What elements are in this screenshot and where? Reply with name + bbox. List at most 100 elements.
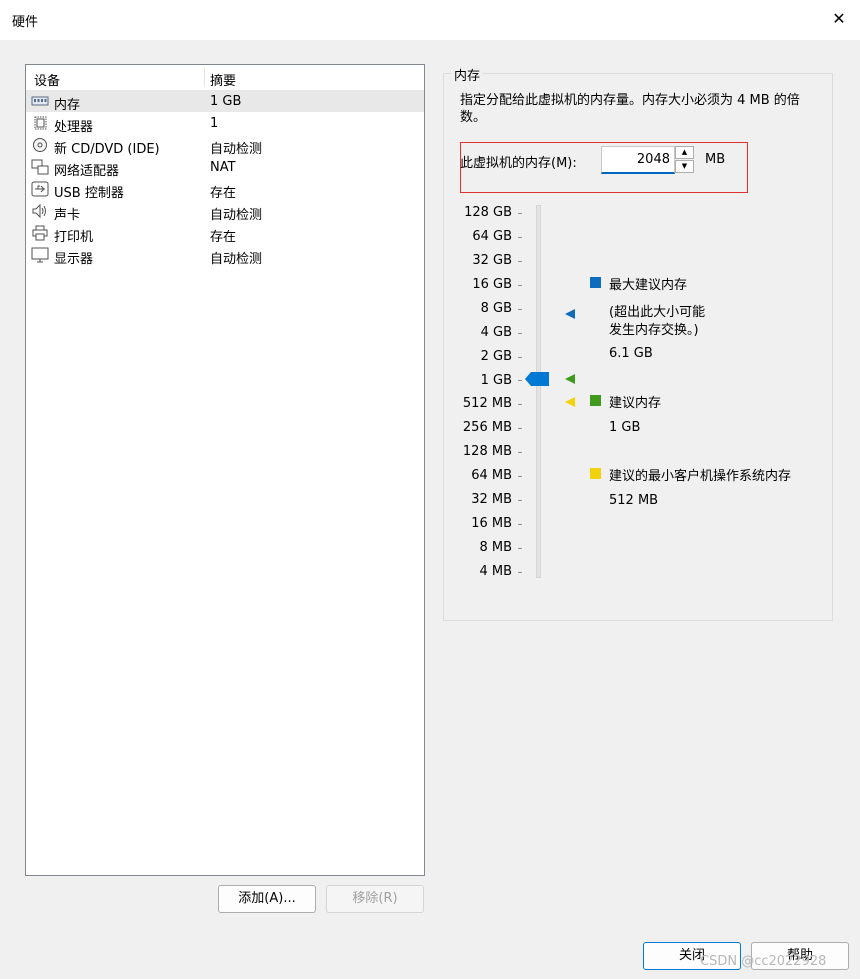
scale-label: 8 MB: [479, 540, 512, 555]
network-adapter-icon: [31, 159, 49, 175]
watermark: CSDN @cc2022928: [700, 954, 827, 969]
scale-label: 256 MB: [462, 420, 512, 435]
scale-label: 2 GB: [480, 349, 512, 364]
scale-tick: [518, 452, 522, 453]
speaker-icon: [32, 203, 46, 219]
device-name: USB 控制器: [54, 186, 124, 201]
device-row-usb[interactable]: USB 控制器 存在: [26, 178, 424, 201]
spin-up-button[interactable]: ▲: [675, 146, 694, 159]
scale-label: 4 GB: [480, 325, 512, 340]
scale-tick: [518, 476, 522, 477]
usb-icon: [31, 181, 49, 197]
memory-input[interactable]: 2048: [601, 146, 675, 174]
device-row-printer[interactable]: 打印机 存在: [26, 222, 424, 245]
scale-tick: [518, 380, 522, 381]
memory-field-label: 此虚拟机的内存(M):: [460, 156, 577, 171]
device-summary: 1: [210, 116, 219, 131]
max-memory-value: 6.1 GB: [609, 346, 653, 361]
device-name: 新 CD/DVD (IDE): [54, 142, 160, 157]
device-summary: 自动检测: [210, 208, 263, 223]
min-memory-label: 建议的最小客户机操作系统内存: [609, 469, 792, 484]
device-row-sound-card[interactable]: 声卡 自动检测: [26, 200, 424, 223]
device-summary: 自动检测: [210, 142, 263, 157]
scale-label: 4 MB: [479, 564, 512, 579]
scale-label: 64 GB: [472, 229, 512, 244]
scale-tick: [518, 213, 522, 214]
monitor-icon: [31, 247, 49, 263]
device-row-cd-dvd[interactable]: 新 CD/DVD (IDE) 自动检测: [26, 134, 424, 157]
min-memory-legend-icon: [590, 468, 601, 479]
recommended-memory-marker-icon: [565, 374, 575, 384]
memory-description: 指定分配给此虚拟机的内存量。内存大小必须为 4 MB 的倍数。: [460, 93, 800, 125]
device-name: 声卡: [54, 208, 81, 223]
max-memory-legend-icon: [590, 277, 601, 288]
device-summary: 存在: [210, 186, 237, 201]
column-separator[interactable]: [204, 67, 205, 87]
scale-tick: [518, 404, 522, 405]
scale-tick: [518, 572, 522, 573]
device-list[interactable]: 设备 摘要 内存 1 GB 处理器 1 新 CD/DVD (IDE) 自动检测: [25, 64, 425, 876]
scale-label: 512 MB: [462, 396, 512, 411]
spin-down-button[interactable]: ▼: [675, 160, 694, 173]
column-header-summary[interactable]: 摘要: [210, 70, 236, 89]
scale-label: 32 GB: [472, 253, 512, 268]
close-icon[interactable]: ✕: [828, 8, 850, 30]
scale-tick: [518, 500, 522, 501]
device-summary: 1 GB: [210, 94, 242, 109]
scale-tick: [518, 333, 522, 334]
scale-tick: [518, 285, 522, 286]
max-memory-label: 最大建议内存: [609, 278, 688, 293]
device-summary: 存在: [210, 230, 237, 245]
scale-label: 16 MB: [471, 516, 512, 531]
window-title: 硬件: [12, 15, 39, 30]
min-memory-value: 512 MB: [609, 493, 659, 508]
printer-icon: [32, 225, 48, 241]
scale-tick: [518, 237, 522, 238]
device-summary: NAT: [210, 160, 236, 175]
memory-slider-thumb[interactable]: [525, 372, 549, 386]
scale-label: 1 GB: [480, 373, 512, 388]
add-button[interactable]: 添加(A)...: [218, 885, 316, 913]
scale-tick: [518, 428, 522, 429]
device-name: 处理器: [54, 120, 94, 135]
device-row-network-adapter[interactable]: 网络适配器 NAT: [26, 156, 424, 179]
scale-label: 128 GB: [464, 205, 512, 220]
scale-label: 8 GB: [480, 301, 512, 316]
device-name: 内存: [54, 98, 81, 113]
device-name: 打印机: [54, 230, 94, 245]
device-row-processor[interactable]: 处理器 1: [26, 112, 424, 135]
scale-label: 32 MB: [471, 492, 512, 507]
max-memory-marker-icon: [565, 309, 575, 319]
remove-button[interactable]: 移除(R): [326, 885, 424, 913]
min-memory-marker-icon: [565, 397, 575, 407]
scale-tick: [518, 524, 522, 525]
memory-slider-track[interactable]: [536, 205, 541, 578]
scale-label: 16 GB: [472, 277, 512, 292]
recommended-memory-legend-icon: [590, 395, 601, 406]
scale-tick: [518, 261, 522, 262]
device-row-display[interactable]: 显示器 自动检测: [26, 244, 424, 267]
scale-label: 64 MB: [471, 468, 512, 483]
arrow-up-icon: ▲: [681, 148, 688, 156]
device-name: 显示器: [54, 252, 94, 267]
scale-tick: [518, 357, 522, 358]
processor-icon: [34, 116, 47, 130]
memory-icon: [31, 96, 49, 106]
cd-dvd-icon: [33, 138, 47, 152]
max-memory-note: 发生内存交换。): [609, 323, 699, 338]
device-list-header: 设备 摘要: [26, 65, 424, 89]
column-header-device[interactable]: 设备: [34, 70, 60, 89]
device-summary: 自动检测: [210, 252, 263, 267]
memory-spinner[interactable]: ▲ ▼: [675, 146, 695, 174]
scale-tick: [518, 548, 522, 549]
arrow-down-icon: ▼: [681, 162, 688, 170]
scale-tick: [518, 309, 522, 310]
memory-group-title: 内存: [451, 65, 484, 84]
max-memory-note: (超出此大小可能: [609, 305, 706, 320]
title-bar: 硬件 ✕: [0, 0, 860, 40]
device-name: 网络适配器: [54, 164, 120, 179]
recommended-memory-value: 1 GB: [609, 420, 641, 435]
recommended-memory-label: 建议内存: [609, 396, 662, 411]
scale-label: 128 MB: [462, 444, 512, 459]
device-row-memory[interactable]: 内存 1 GB: [26, 90, 424, 113]
